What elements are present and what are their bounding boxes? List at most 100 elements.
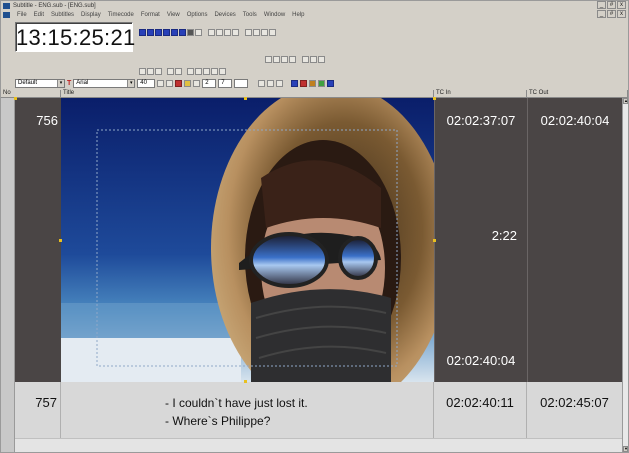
menu-subtitles[interactable]: Subtitles bbox=[51, 12, 74, 18]
first-subtitle-icon[interactable] bbox=[139, 29, 146, 36]
play-icon[interactable] bbox=[155, 29, 162, 36]
tc-out-cell[interactable]: 02:02:45:07 bbox=[527, 382, 622, 438]
layout-b-icon[interactable] bbox=[267, 80, 275, 87]
split-icon[interactable] bbox=[253, 29, 260, 36]
open-folder-icon[interactable] bbox=[147, 68, 154, 75]
record-in-icon[interactable] bbox=[187, 29, 194, 36]
table-row[interactable]: 757 - I couldn`t have just lost it. - Wh… bbox=[15, 382, 622, 438]
print-preview-icon[interactable] bbox=[175, 68, 182, 75]
resize-handle[interactable] bbox=[244, 380, 247, 383]
color-red-icon[interactable] bbox=[175, 80, 183, 87]
app-icon bbox=[3, 2, 10, 9]
subtitle-text-cell[interactable]: - I couldn`t have just lost it. - Where`… bbox=[61, 382, 434, 438]
column-header-title[interactable]: Title bbox=[61, 90, 434, 98]
menu-window[interactable]: Window bbox=[264, 12, 285, 18]
copy-icon[interactable] bbox=[195, 68, 202, 75]
resize-handle[interactable] bbox=[59, 239, 62, 242]
insert-icon[interactable] bbox=[245, 29, 252, 36]
last-subtitle-icon[interactable] bbox=[171, 29, 178, 36]
record-out-icon[interactable] bbox=[195, 29, 202, 36]
close-button[interactable]: x bbox=[617, 1, 626, 9]
italic-icon[interactable] bbox=[166, 80, 174, 87]
delete-icon[interactable] bbox=[269, 29, 276, 36]
subtitle-image-cell[interactable] bbox=[61, 98, 434, 382]
scroll-up-icon[interactable]: ▲ bbox=[623, 98, 628, 104]
menu-view[interactable]: View bbox=[167, 12, 180, 18]
menu-help[interactable]: Help bbox=[292, 12, 304, 18]
box-icon[interactable] bbox=[193, 80, 201, 87]
undo-icon[interactable] bbox=[211, 68, 218, 75]
chevron-down-icon[interactable]: ▾ bbox=[57, 80, 64, 87]
maximize-button[interactable]: # bbox=[607, 1, 616, 9]
color-yellow-icon[interactable] bbox=[184, 80, 192, 87]
menu-edit[interactable]: Edit bbox=[34, 12, 44, 18]
position-mid-icon[interactable] bbox=[310, 56, 317, 63]
column-header-no[interactable]: No bbox=[1, 90, 61, 98]
prev-subtitle-icon[interactable] bbox=[147, 29, 154, 36]
menu-options[interactable]: Options bbox=[187, 12, 208, 18]
check-icon[interactable] bbox=[318, 80, 326, 87]
align-left-icon[interactable] bbox=[265, 56, 272, 63]
menu-display[interactable]: Display bbox=[81, 12, 101, 18]
window-title: Subtitle - ENG.sub - [ENG.sub] bbox=[13, 2, 96, 9]
position-low-icon[interactable] bbox=[302, 56, 309, 63]
subtitle-number: 756 bbox=[15, 98, 61, 382]
save-icon[interactable] bbox=[155, 68, 162, 75]
layout-c-icon[interactable] bbox=[276, 80, 284, 87]
style-select[interactable]: Default ▾ bbox=[15, 79, 65, 88]
table-row[interactable]: 756 02:02:37:07 2:22 02:02:40:04 02:02:4… bbox=[15, 98, 622, 382]
align-center-icon[interactable] bbox=[273, 56, 280, 63]
list-view-icon[interactable] bbox=[208, 29, 215, 36]
align-right-icon[interactable] bbox=[281, 56, 288, 63]
align-bottom-icon[interactable] bbox=[216, 29, 223, 36]
line-field[interactable]: 7 bbox=[218, 79, 233, 88]
print-icon[interactable] bbox=[167, 68, 174, 75]
chevron-down-icon[interactable]: ▾ bbox=[127, 80, 135, 87]
screen-icon[interactable] bbox=[291, 80, 299, 87]
next-row-strip[interactable] bbox=[15, 438, 622, 452]
layout-a-icon[interactable] bbox=[258, 80, 266, 87]
doc-minimize-button[interactable]: _ bbox=[597, 10, 606, 18]
jump-icon[interactable] bbox=[179, 29, 186, 36]
align-top-icon[interactable] bbox=[224, 29, 231, 36]
tc-in-value: 02:02:37:07 bbox=[446, 113, 516, 128]
resize-handle[interactable] bbox=[433, 97, 436, 100]
merge-icon[interactable] bbox=[261, 29, 268, 36]
column-header-tc-in[interactable]: TC In bbox=[434, 90, 527, 98]
minimize-button[interactable]: _ bbox=[597, 1, 606, 9]
menu-devices[interactable]: Devices bbox=[214, 12, 235, 18]
doc-close-button[interactable]: x bbox=[617, 10, 626, 18]
resize-handle[interactable] bbox=[14, 97, 17, 100]
menu-tools[interactable]: Tools bbox=[243, 12, 257, 18]
tc-in-cell[interactable]: 02:02:37:07 2:22 02:02:40:04 bbox=[434, 98, 527, 382]
marker-icon[interactable] bbox=[300, 80, 308, 87]
preview-icon[interactable] bbox=[232, 29, 239, 36]
tag-icon[interactable] bbox=[309, 80, 317, 87]
doc-restore-button[interactable]: # bbox=[607, 10, 616, 18]
resize-handle[interactable] bbox=[433, 239, 436, 242]
tc-out-cell[interactable]: 02:02:40:04 bbox=[527, 98, 622, 382]
next-subtitle-icon[interactable] bbox=[163, 29, 170, 36]
paste-icon[interactable] bbox=[203, 68, 210, 75]
menu-file[interactable]: File bbox=[17, 12, 27, 18]
document-icon[interactable] bbox=[3, 11, 10, 18]
row-selector-strip[interactable] bbox=[1, 98, 15, 452]
vertical-scrollbar[interactable]: ▲ ▼ bbox=[622, 98, 628, 452]
bold-icon[interactable] bbox=[157, 80, 165, 87]
cut-icon[interactable] bbox=[187, 68, 194, 75]
menu-timecode[interactable]: Timecode bbox=[108, 12, 134, 18]
monitor-icon[interactable] bbox=[327, 80, 335, 87]
resize-handle[interactable] bbox=[244, 97, 247, 100]
extra-field[interactable] bbox=[234, 79, 249, 88]
justify-icon[interactable] bbox=[289, 56, 296, 63]
menu-format[interactable]: Format bbox=[141, 12, 160, 18]
redo-icon[interactable] bbox=[219, 68, 226, 75]
font-select[interactable]: Arial ▾ bbox=[73, 79, 136, 88]
column-header-tc-out[interactable]: TC Out bbox=[527, 90, 628, 98]
font-size-field[interactable]: 40 bbox=[137, 79, 156, 88]
spacing-field[interactable]: 2 bbox=[202, 79, 217, 88]
position-high-icon[interactable] bbox=[318, 56, 325, 63]
scroll-down-icon[interactable]: ▼ bbox=[623, 446, 628, 452]
tc-in-cell[interactable]: 02:02:40:11 bbox=[434, 382, 527, 438]
new-file-icon[interactable] bbox=[139, 68, 146, 75]
